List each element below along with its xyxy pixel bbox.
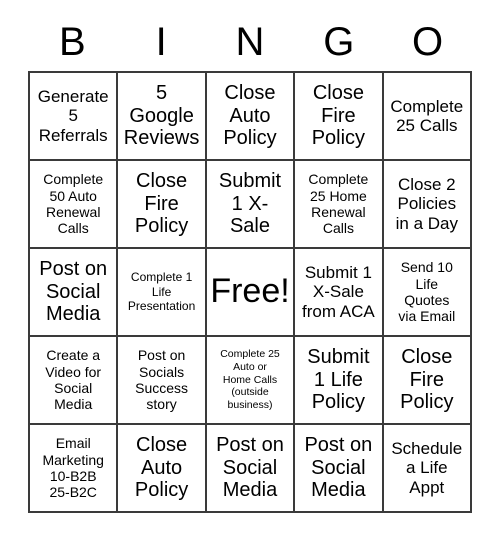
bingo-cell-label: Close Fire Policy bbox=[134, 169, 189, 238]
bingo-cell[interactable]: Complete 1 Life Presentation bbox=[118, 249, 207, 337]
bingo-cell[interactable]: Generate 5 Referrals bbox=[30, 73, 119, 161]
bingo-cell-label: Close Auto Policy bbox=[223, 81, 277, 150]
bingo-cell[interactable]: Create a Video for Social Media bbox=[30, 337, 119, 425]
bingo-header-letter-b: B bbox=[59, 20, 86, 64]
bingo-cell-label: Complete 25 Auto or Home Calls (outside … bbox=[220, 348, 280, 412]
bingo-cell[interactable]: Close Fire Policy bbox=[118, 161, 207, 249]
bingo-cell[interactable]: 5 Google Reviews bbox=[118, 73, 207, 161]
bingo-cell[interactable]: Close Fire Policy bbox=[383, 337, 472, 425]
bingo-cell-label: Close Fire Policy bbox=[311, 81, 366, 150]
bingo-cell-label: Generate 5 Referrals bbox=[37, 86, 109, 145]
bingo-cell-label: Submit 1 Life Policy bbox=[307, 345, 370, 414]
bingo-cell-label: Schedule a Life Appt bbox=[391, 438, 463, 497]
bingo-cell[interactable]: Close Auto Policy bbox=[118, 425, 207, 513]
bingo-card: B I N G O Generate 5 Referrals 5 Google Revie… bbox=[0, 0, 500, 544]
bingo-cell-label: Post on Social Media bbox=[304, 433, 373, 502]
bingo-header-letter-o: O bbox=[412, 20, 444, 64]
bingo-cell-label: Close 2 Policies in a Day bbox=[395, 174, 458, 233]
bingo-cell[interactable]: Submit 1 X- Sale bbox=[206, 161, 296, 249]
bingo-cell[interactable]: Submit 1 X-Sale from ACA bbox=[295, 249, 384, 337]
bingo-cell-label: 5 Google Reviews bbox=[123, 81, 200, 150]
bingo-free-space[interactable]: Free! bbox=[206, 249, 296, 337]
bingo-cell[interactable]: Close 2 Policies in a Day bbox=[383, 161, 472, 249]
bingo-cell-label: Email Marketing 10-B2B 25-B2C bbox=[42, 435, 104, 501]
bingo-cell-label: Submit 1 X- Sale bbox=[218, 169, 282, 238]
bingo-cell-label: Submit 1 X-Sale from ACA bbox=[302, 262, 375, 321]
bingo-cell[interactable]: Post on Social Media bbox=[30, 249, 119, 337]
bingo-cell[interactable]: Schedule a Life Appt bbox=[383, 425, 472, 513]
bingo-cell-label: Complete 25 Home Renewal Calls bbox=[308, 171, 369, 237]
bingo-cell[interactable]: Post on Social Media bbox=[206, 425, 296, 513]
bingo-cell-label: Complete 1 Life Presentation bbox=[127, 270, 196, 314]
bingo-cell-label: Complete 50 Auto Renewal Calls bbox=[43, 171, 104, 237]
bingo-cell[interactable]: Post on Socials Success story bbox=[118, 337, 207, 425]
bingo-cell-label: Post on Socials Success story bbox=[135, 347, 189, 413]
bingo-cell-label: Free! bbox=[210, 272, 290, 311]
bingo-header-letter-i: I bbox=[155, 20, 167, 64]
bingo-cell-label: Create a Video for Social Media bbox=[45, 347, 102, 413]
bingo-cell[interactable]: Submit 1 Life Policy bbox=[295, 337, 384, 425]
bingo-cell-label: Close Fire Policy bbox=[400, 345, 454, 414]
bingo-cell[interactable]: Post on Social Media bbox=[295, 425, 384, 513]
bingo-cell[interactable]: Complete 25 Home Renewal Calls bbox=[295, 161, 384, 249]
bingo-cell[interactable]: Email Marketing 10-B2B 25-B2C bbox=[30, 425, 119, 513]
bingo-cell[interactable]: Send 10 Life Quotes via Email bbox=[383, 249, 472, 337]
bingo-grid: Generate 5 Referrals 5 Google Reviews Clos… bbox=[28, 71, 472, 513]
bingo-cell[interactable]: Complete 25 Calls bbox=[383, 73, 472, 161]
bingo-header-letter-g: G bbox=[323, 20, 355, 64]
bingo-cell-label: Send 10 Life Quotes via Email bbox=[398, 259, 456, 325]
bingo-cell[interactable]: Close Auto Policy bbox=[206, 73, 296, 161]
bingo-cell[interactable]: Complete 50 Auto Renewal Calls bbox=[30, 161, 119, 249]
bingo-cell-label: Post on Social Media bbox=[216, 433, 284, 502]
bingo-cell[interactable]: Complete 25 Auto or Home Calls (outside … bbox=[206, 337, 296, 425]
bingo-cell-label: Complete 25 Calls bbox=[390, 96, 464, 135]
bingo-cell-label: Close Auto Policy bbox=[134, 433, 189, 502]
bingo-cell[interactable]: Close Fire Policy bbox=[295, 73, 384, 161]
bingo-header-letter-n: N bbox=[235, 20, 265, 64]
bingo-header-letters: BINGO bbox=[28, 14, 472, 70]
bingo-cell-label: Post on Social Media bbox=[39, 257, 108, 326]
